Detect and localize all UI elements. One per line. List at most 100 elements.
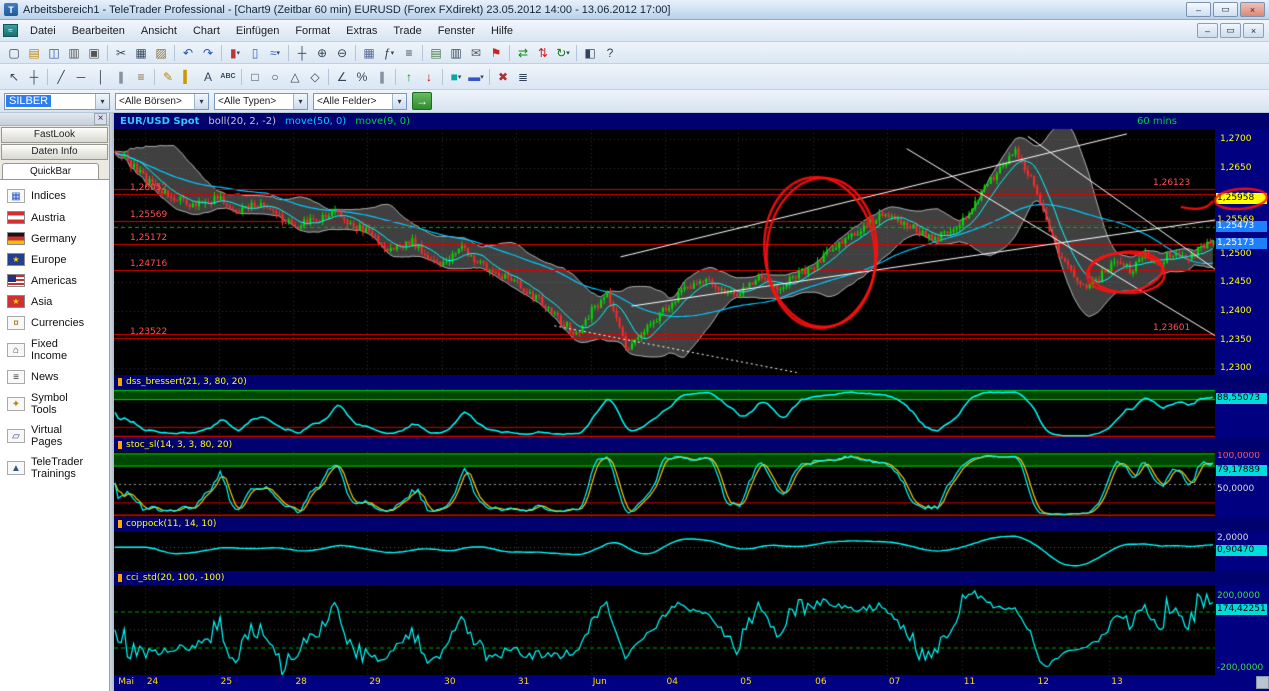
- sidebar-close-icon[interactable]: ×: [94, 113, 107, 125]
- properties-icon[interactable]: ≣: [513, 68, 533, 86]
- grid-icon[interactable]: ▦: [359, 44, 379, 62]
- redo-icon[interactable]: ↷: [198, 44, 218, 62]
- sidebar-item-currencies[interactable]: ¤Currencies: [0, 312, 109, 334]
- chevron-down-icon[interactable]: ▾: [194, 94, 208, 109]
- chevron-down-icon[interactable]: ▾: [237, 49, 241, 57]
- watchlist-icon[interactable]: ▤: [426, 44, 446, 62]
- alerts-icon[interactable]: ⚑: [486, 44, 506, 62]
- daten-info-button[interactable]: Daten Info: [1, 144, 108, 160]
- chart-candlestick-icon[interactable]: ▮▾: [225, 44, 245, 62]
- layout-icon[interactable]: ◧: [580, 44, 600, 62]
- horizontal-line-tool-icon[interactable]: ─: [71, 68, 91, 86]
- symbol-search-go-button[interactable]: →: [412, 92, 432, 110]
- ellipse-tool-icon[interactable]: ○: [265, 68, 285, 86]
- percent-tool-icon[interactable]: %: [352, 68, 372, 86]
- chart-area[interactable]: EUR/USD Spot boll(20, 2, -2) move(50, 0)…: [114, 113, 1269, 691]
- sidebar-item-americas[interactable]: Americas: [0, 270, 109, 291]
- menu-item-chart[interactable]: Chart: [185, 22, 228, 40]
- menu-item-einfügen[interactable]: Einfügen: [228, 22, 287, 40]
- menu-item-bearbeiten[interactable]: Bearbeiten: [64, 22, 133, 40]
- triangle-tool-icon[interactable]: △: [285, 68, 305, 86]
- chevron-down-icon[interactable]: ▾: [392, 94, 406, 109]
- menu-item-ansicht[interactable]: Ansicht: [133, 22, 185, 40]
- chevron-down-icon[interactable]: ▾: [277, 49, 281, 57]
- help-icon[interactable]: ?: [600, 44, 620, 62]
- trend-line-tool-icon[interactable]: ╱: [51, 68, 71, 86]
- sidebar-item-europe[interactable]: ★Europe: [0, 249, 109, 270]
- print-preview-icon[interactable]: ▣: [84, 44, 104, 62]
- sidebar-item-germany[interactable]: Germany: [0, 228, 109, 249]
- save-icon[interactable]: ◫: [44, 44, 64, 62]
- fill-color-icon[interactable]: ■▾: [446, 68, 466, 86]
- channel-tool-icon[interactable]: ∥: [111, 68, 131, 86]
- symbol-search-input[interactable]: SILBER ▾: [4, 93, 110, 110]
- indicators-icon[interactable]: ƒ▾: [379, 44, 399, 62]
- resize-grip[interactable]: [1256, 676, 1269, 689]
- chevron-down-icon[interactable]: ▾: [566, 49, 570, 57]
- mdi-close-button[interactable]: ×: [1243, 23, 1264, 38]
- time-axis[interactable]: Mai242528293031Jun04050607111213: [114, 675, 1269, 691]
- copy-icon[interactable]: ▦: [131, 44, 151, 62]
- close-button[interactable]: ×: [1240, 2, 1265, 17]
- chart-bar-icon[interactable]: ▯: [245, 44, 265, 62]
- price-axis[interactable]: 1,27001,26501,26001,25501,25001,24501,24…: [1215, 129, 1269, 675]
- refresh-icon[interactable]: ↻▾: [553, 44, 573, 62]
- spell-check-icon[interactable]: ABC: [218, 68, 238, 86]
- sidebar-item-teletrader-trainings[interactable]: ▲TeleTrader Trainings: [0, 452, 109, 484]
- sidebar-item-indices[interactable]: ▦Indices: [0, 185, 109, 207]
- zoom-in-icon[interactable]: ⊕: [312, 44, 332, 62]
- marker-tool-icon[interactable]: ▍: [178, 68, 198, 86]
- pointer-tool-icon[interactable]: ↖: [4, 68, 24, 86]
- delete-object-icon[interactable]: ✖: [493, 68, 513, 86]
- connect-icon[interactable]: ⇄: [513, 44, 533, 62]
- object-list-icon[interactable]: ≡: [399, 44, 419, 62]
- angle-tool-icon[interactable]: ∠: [332, 68, 352, 86]
- parallel-lines-tool-icon[interactable]: ∥: [372, 68, 392, 86]
- mdi-restore-button[interactable]: ▭: [1220, 23, 1241, 38]
- menu-item-extras[interactable]: Extras: [338, 22, 385, 40]
- chevron-down-icon[interactable]: ▾: [480, 73, 484, 81]
- sidebar-item-austria[interactable]: Austria: [0, 207, 109, 228]
- arrow-up-marker-icon[interactable]: ↑: [399, 68, 419, 86]
- quote-board-icon[interactable]: ▥: [446, 44, 466, 62]
- text-tool-icon[interactable]: A: [198, 68, 218, 86]
- open-folder-icon[interactable]: ▤: [24, 44, 44, 62]
- chevron-down-icon[interactable]: ▾: [391, 49, 395, 57]
- arrow-down-marker-icon[interactable]: ↓: [419, 68, 439, 86]
- print-icon[interactable]: ▥: [64, 44, 84, 62]
- maximize-button[interactable]: ▭: [1213, 2, 1238, 17]
- vertical-line-tool-icon[interactable]: │: [91, 68, 111, 86]
- menu-item-datei[interactable]: Datei: [22, 22, 64, 40]
- menu-item-fenster[interactable]: Fenster: [430, 22, 483, 40]
- mdi-minimize-button[interactable]: –: [1197, 23, 1218, 38]
- fastlook-button[interactable]: FastLook: [1, 127, 108, 143]
- menu-item-hilfe[interactable]: Hilfe: [483, 22, 521, 40]
- minimize-button[interactable]: –: [1186, 2, 1211, 17]
- sidebar-item-virtual-pages[interactable]: ▱Virtual Pages: [0, 420, 109, 452]
- chevron-down-icon[interactable]: ▾: [95, 94, 109, 109]
- polygon-tool-icon[interactable]: ◇: [305, 68, 325, 86]
- field-filter-select[interactable]: <Alle Felder> ▾: [313, 93, 407, 110]
- new-document-icon[interactable]: ▢: [4, 44, 24, 62]
- line-color-icon[interactable]: ▬▾: [466, 68, 486, 86]
- sidebar-item-fixed-income[interactable]: ⌂Fixed Income: [0, 334, 109, 366]
- menu-item-format[interactable]: Format: [287, 22, 338, 40]
- crosshair-tool-icon[interactable]: ┼: [24, 68, 44, 86]
- disconnect-icon[interactable]: ⇅: [533, 44, 553, 62]
- menu-item-trade[interactable]: Trade: [385, 22, 429, 40]
- news-icon[interactable]: ✉: [466, 44, 486, 62]
- cut-icon[interactable]: ✂: [111, 44, 131, 62]
- chart-line-icon[interactable]: ≈▾: [265, 44, 285, 62]
- paste-icon[interactable]: ▨: [151, 44, 171, 62]
- fibonacci-tool-icon[interactable]: ≡: [131, 68, 151, 86]
- sidebar-item-symbol-tools[interactable]: ✦Symbol Tools: [0, 388, 109, 420]
- undo-icon[interactable]: ↶: [178, 44, 198, 62]
- chevron-down-icon[interactable]: ▾: [293, 94, 307, 109]
- type-filter-select[interactable]: <Alle Typen> ▾: [214, 93, 308, 110]
- quickbar-tab[interactable]: QuickBar: [2, 163, 99, 180]
- sidebar-item-news[interactable]: ≡News: [0, 366, 109, 388]
- crosshair-icon[interactable]: ┼: [292, 44, 312, 62]
- sidebar-item-asia[interactable]: ★Asia: [0, 291, 109, 312]
- exchange-filter-select[interactable]: <Alle Börsen> ▾: [115, 93, 209, 110]
- zoom-out-icon[interactable]: ⊖: [332, 44, 352, 62]
